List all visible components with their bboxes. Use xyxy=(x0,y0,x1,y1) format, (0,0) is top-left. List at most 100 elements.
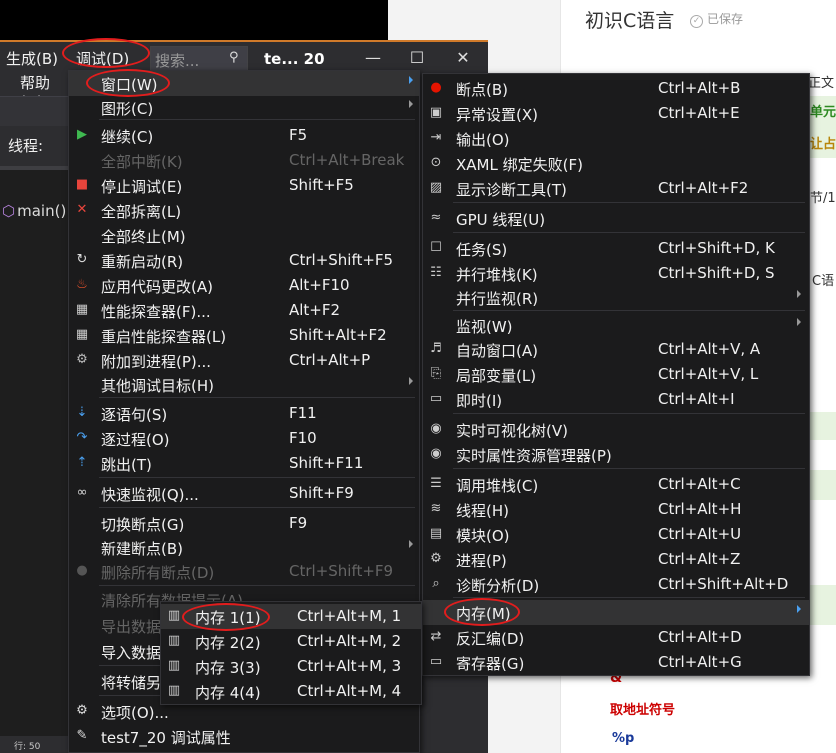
memory-menu-item-内存-3[interactable]: ▥ 内存 3(3) Ctrl+Alt+M, 3 xyxy=(161,654,421,679)
debug-menu-item-label: 停止调试(E) xyxy=(101,178,183,196)
document-title: 初识C语言 xyxy=(585,10,675,32)
close-icon[interactable]: ✕ xyxy=(448,48,478,67)
thread-label-text: 线程: xyxy=(8,137,44,155)
menu-build[interactable]: 生成(B) xyxy=(6,48,58,69)
debug-menu-item-性能探查器[interactable]: ▦ 性能探查器(F)... Alt+F2 xyxy=(69,298,419,323)
window-menu-item-反汇编[interactable]: ⇄ 反汇编(D) Ctrl+Alt+D xyxy=(423,625,809,650)
menu-separator xyxy=(453,597,805,598)
window-menu-item-label: 显示诊断工具(T) xyxy=(456,181,567,199)
output-icon: ⇥ xyxy=(430,130,442,145)
window-menu-item-调用堆栈[interactable]: ☰ 调用堆栈(C) Ctrl+Alt+C xyxy=(423,472,809,497)
debug-menu-item-逐过程[interactable]: ↷ 逐过程(O) F10 xyxy=(69,426,419,451)
window-menu-item-输出[interactable]: ⇥ 输出(O) xyxy=(423,126,809,151)
window-menu-item-即时[interactable]: ▭ 即时(I) Ctrl+Alt+I xyxy=(423,387,809,412)
menu-separator xyxy=(453,310,805,311)
window-menu-item-任务[interactable]: ☐ 任务(S) Ctrl+Shift+D, K xyxy=(423,236,809,261)
debug-menu-item-label: test7_20 调试属性 xyxy=(101,729,231,747)
debug-menu-item-label: 附加到进程(P)... xyxy=(101,353,212,371)
window-menu-item-并行堆栈[interactable]: ☷ 并行堆栈(K) Ctrl+Shift+D, S xyxy=(423,261,809,286)
debug-menu-item-继续[interactable]: ▶ 继续(C) F5 xyxy=(69,123,419,148)
debug-menu-item-label: 切换断点(G) xyxy=(101,516,185,534)
debug-menu-item-全部拆离[interactable]: ✕ 全部拆离(L) xyxy=(69,198,419,223)
function-dropdown[interactable]: ⬡ main() xyxy=(2,202,66,220)
memory-chip-icon: ▥ xyxy=(167,658,181,673)
gear-icon: ⚙ xyxy=(76,703,88,718)
debug-menu-item-逐语句[interactable]: ⇣ 逐语句(S) F11 xyxy=(69,401,419,426)
window-menu-item-label: 实时属性资源管理器(P) xyxy=(456,447,612,465)
window-menu-item-gpu-线程[interactable]: ≈ GPU 线程(U) xyxy=(423,206,809,231)
window-menu-item-label: 反汇编(D) xyxy=(456,630,525,648)
window-menu-item-label: 实时可视化树(V) xyxy=(456,422,568,440)
debug-menu-item-删除所有断点: ● 删除所有断点(D) Ctrl+Shift+F9 xyxy=(69,559,419,584)
window-menu-item-局部变量[interactable]: ⎘ 局部变量(L) Ctrl+Alt+V, L xyxy=(423,362,809,387)
debug-menu-item-shortcut: F5 xyxy=(289,126,308,144)
registers-icon: ▭ xyxy=(429,654,443,669)
processes-icon: ⚙ xyxy=(430,551,442,566)
window-menu-item-线程[interactable]: ≋ 线程(H) Ctrl+Alt+H xyxy=(423,497,809,522)
window-menu-item-寄存器[interactable]: ▭ 寄存器(G) Ctrl+Alt+G xyxy=(423,650,809,675)
debug-menu-item-重启性能探查器[interactable]: ▦ 重启性能探查器(L) Shift+Alt+F2 xyxy=(69,323,419,348)
minimize-icon[interactable]: — xyxy=(358,48,388,67)
thread-label: 线程: xyxy=(0,126,70,166)
window-menu-item-label: 任务(S) xyxy=(456,241,508,259)
menu-separator xyxy=(99,397,415,398)
window-menu-item-shortcut: Ctrl+Alt+G xyxy=(658,653,742,671)
debug-menu-item-其他调试目标[interactable]: 其他调试目标(H) xyxy=(69,372,419,397)
debug-menu-item-重新启动[interactable]: ↻ 重新启动(R) Ctrl+Shift+F5 xyxy=(69,248,419,273)
window-menu-item-诊断分析[interactable]: ⌕ 诊断分析(D) Ctrl+Shift+Alt+D xyxy=(423,572,809,597)
window-menu-item-shortcut: Ctrl+Alt+V, A xyxy=(658,340,761,358)
stop-icon: ■ xyxy=(75,177,89,192)
window-menu-item-label: 调用堆栈(C) xyxy=(456,477,539,495)
menu-separator xyxy=(99,477,415,478)
memory-chip-icon: ▥ xyxy=(167,608,181,623)
gpu-threads-icon: ≈ xyxy=(430,210,442,225)
window-menu-item-实时可视化树[interactable]: ◉ 实时可视化树(V) xyxy=(423,417,809,442)
window-menu-item-实时属性资源管理器[interactable]: ◉ 实时属性资源管理器(P) xyxy=(423,442,809,467)
window-menu-item-xaml-绑定失败[interactable]: ⊙ XAML 绑定失败(F) xyxy=(423,151,809,176)
debug-menu-item-切换断点[interactable]: 切换断点(G) F9 xyxy=(69,511,419,536)
annotation-circle-memory xyxy=(444,598,520,626)
disassembly-icon: ⇄ xyxy=(430,629,442,644)
step-out-icon: ⇡ xyxy=(76,455,88,470)
memory-menu-item-label: 内存 3(3) xyxy=(195,659,261,677)
window-menu-item-断点[interactable]: ● 断点(B) Ctrl+Alt+B xyxy=(423,76,809,101)
debug-menu-item-附加到进程[interactable]: ⚙ 附加到进程(P)... Ctrl+Alt+P xyxy=(69,348,419,373)
window-menu-item-自动窗口[interactable]: ♬ 自动窗口(A) Ctrl+Alt+V, A xyxy=(423,337,809,362)
debug-menu-item-shortcut: Shift+F5 xyxy=(289,176,354,194)
window-menu-item-label: 监视(W) xyxy=(456,318,513,336)
profiler-restart-icon: ▦ xyxy=(75,327,89,342)
debug-menu-item-label: 继续(C) xyxy=(101,128,154,146)
debug-menu-item-shortcut: Shift+F11 xyxy=(289,454,364,472)
solution-tab[interactable]: te... 20 xyxy=(264,50,325,68)
window-menu-item-监视[interactable]: 监视(W) xyxy=(423,313,809,338)
window-menu-item-异常设置[interactable]: ▣ 异常设置(X) Ctrl+Alt+E xyxy=(423,101,809,126)
debug-menu-item-快速监视[interactable]: ∞ 快速监视(Q)... Shift+F9 xyxy=(69,481,419,506)
maximize-icon[interactable]: ☐ xyxy=(402,48,432,67)
search-box[interactable]: 搜索... ⚲ xyxy=(150,46,248,72)
window-menu-item-进程[interactable]: ⚙ 进程(P) Ctrl+Alt+Z xyxy=(423,547,809,572)
window-menu-item-显示诊断工具[interactable]: ▨ 显示诊断工具(T) Ctrl+Alt+F2 xyxy=(423,176,809,201)
window-submenu: ● 断点(B) Ctrl+Alt+B ▣ 异常设置(X) Ctrl+Alt+E ⇥ 输出(O)… xyxy=(422,73,810,676)
debug-menu-item-全部终止[interactable]: 全部终止(M) xyxy=(69,223,419,248)
editor-addr-op-text: 取地址符号 xyxy=(610,703,676,718)
debug-menu-item-test7_20-调试属性[interactable]: ✎ test7_20 调试属性 xyxy=(69,724,419,749)
window-menu-item-并行监视[interactable]: 并行监视(R) xyxy=(423,285,809,310)
diagnostic-tools-icon: ▨ xyxy=(429,180,443,195)
debug-menu-item-shortcut: F9 xyxy=(289,514,308,532)
debug-menu-item-停止调试[interactable]: ■ 停止调试(E) Shift+F5 xyxy=(69,173,419,198)
memory-menu-item-内存-4[interactable]: ▥ 内存 4(4) Ctrl+Alt+M, 4 xyxy=(161,679,421,704)
debug-menu-item-新建断点[interactable]: 新建断点(B) xyxy=(69,535,419,560)
exception-settings-icon: ▣ xyxy=(429,105,443,120)
window-menu-item-shortcut: Ctrl+Alt+V, L xyxy=(658,365,759,383)
debug-menu-item-shortcut: Ctrl+Alt+Break xyxy=(289,151,405,169)
window-menu-item-模块[interactable]: ▤ 模块(O) Ctrl+Alt+U xyxy=(423,522,809,547)
window-menu-item-label: 并行监视(R) xyxy=(456,290,539,308)
debug-menu-item-图形[interactable]: 图形(C) xyxy=(69,95,419,120)
memory-menu-item-内存-2[interactable]: ▥ 内存 2(2) Ctrl+Alt+M, 2 xyxy=(161,629,421,654)
debug-menu-item-应用代码更改[interactable]: ♨ 应用代码更改(A) Alt+F10 xyxy=(69,273,419,298)
annotation-circle-memory1 xyxy=(182,603,270,631)
window-menu-item-label: XAML 绑定失败(F) xyxy=(456,156,583,174)
debug-menu-item-跳出[interactable]: ⇡ 跳出(T) Shift+F11 xyxy=(69,451,419,476)
window-menu-item-shortcut: Ctrl+Alt+H xyxy=(658,500,742,518)
menu-help[interactable]: 帮助(H) xyxy=(0,72,70,111)
